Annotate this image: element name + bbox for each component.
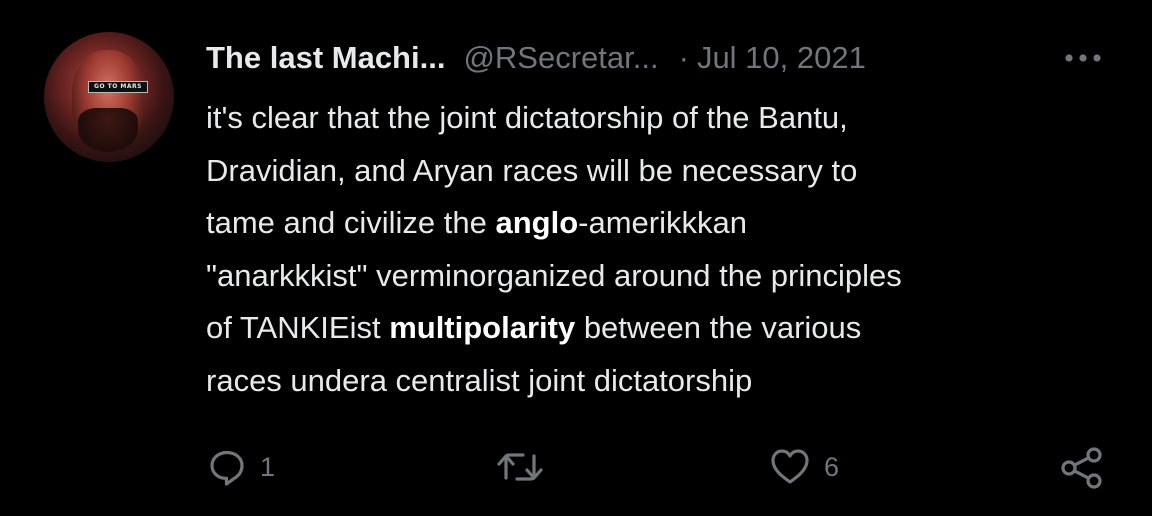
tweet-actions: 1 6: [0, 440, 1152, 496]
tweet-text: it's clear that the joint dictatorship o…: [206, 92, 1136, 407]
tweet-text-highlight: anglo: [495, 205, 579, 240]
like-count: 6: [824, 451, 840, 482]
avatar-beard: [78, 108, 138, 152]
tweet-header: The last Machi... @RSecretar... · Jul 10…: [206, 36, 866, 80]
tweet-text-line: Dravidian, and Aryan races will be neces…: [206, 145, 1136, 198]
tweet-date[interactable]: Jul 10, 2021: [697, 40, 866, 76]
tweet-text-segment: of TANKIEist: [206, 310, 390, 345]
tweet-text-highlight: multipolarity: [389, 310, 576, 345]
more-options-button[interactable]: [1062, 46, 1104, 70]
heart-icon: [771, 449, 809, 484]
tweet-text-segment: tame and civilize the: [206, 205, 496, 240]
tweet-text-segment: Dravidian, and Aryan races will be neces…: [206, 152, 858, 188]
retweet-button[interactable]: [496, 446, 544, 488]
reply-count: 1: [260, 451, 276, 482]
tweet[interactable]: GO TO MARS The last Machi... @RSecretar.…: [0, 0, 1152, 516]
tweet-text-line: "anarkkkist" verminorganized around the …: [206, 250, 1136, 303]
author-name[interactable]: The last Machi...: [206, 40, 445, 76]
avatar-sticker-text: GO TO MARS: [88, 81, 148, 93]
tweet-text-line: tame and civilize the anglo-amerikkkan: [206, 197, 1136, 250]
tweet-text-segment: between the various: [575, 310, 862, 345]
more-dots-icon: [1065, 54, 1101, 62]
tweet-text-segment: -amerikkkan: [578, 205, 747, 240]
tweet-text-line: of TANKIEist multipolarity between the v…: [206, 302, 1136, 355]
like-button[interactable]: 6: [768, 446, 839, 488]
tweet-text-line: races undera centralist joint dictatorsh…: [206, 355, 1136, 408]
share-button[interactable]: [1060, 446, 1104, 490]
share-icon: [1061, 447, 1102, 489]
tweet-text-segment: races undera centralist joint dictatorsh…: [206, 362, 753, 398]
reply-icon: [210, 450, 244, 486]
author-avatar[interactable]: GO TO MARS: [44, 32, 174, 162]
reply-button[interactable]: 1: [206, 446, 275, 488]
author-handle[interactable]: @RSecretar...: [463, 40, 658, 76]
header-separator: ·: [678, 40, 689, 75]
retweet-icon: [497, 453, 543, 481]
tweet-text-line: it's clear that the joint dictatorship o…: [206, 92, 1136, 145]
tweet-text-segment: it's clear that the joint dictatorship o…: [206, 100, 848, 135]
tweet-text-segment: "anarkkkist" verminorganized around the …: [206, 257, 902, 293]
